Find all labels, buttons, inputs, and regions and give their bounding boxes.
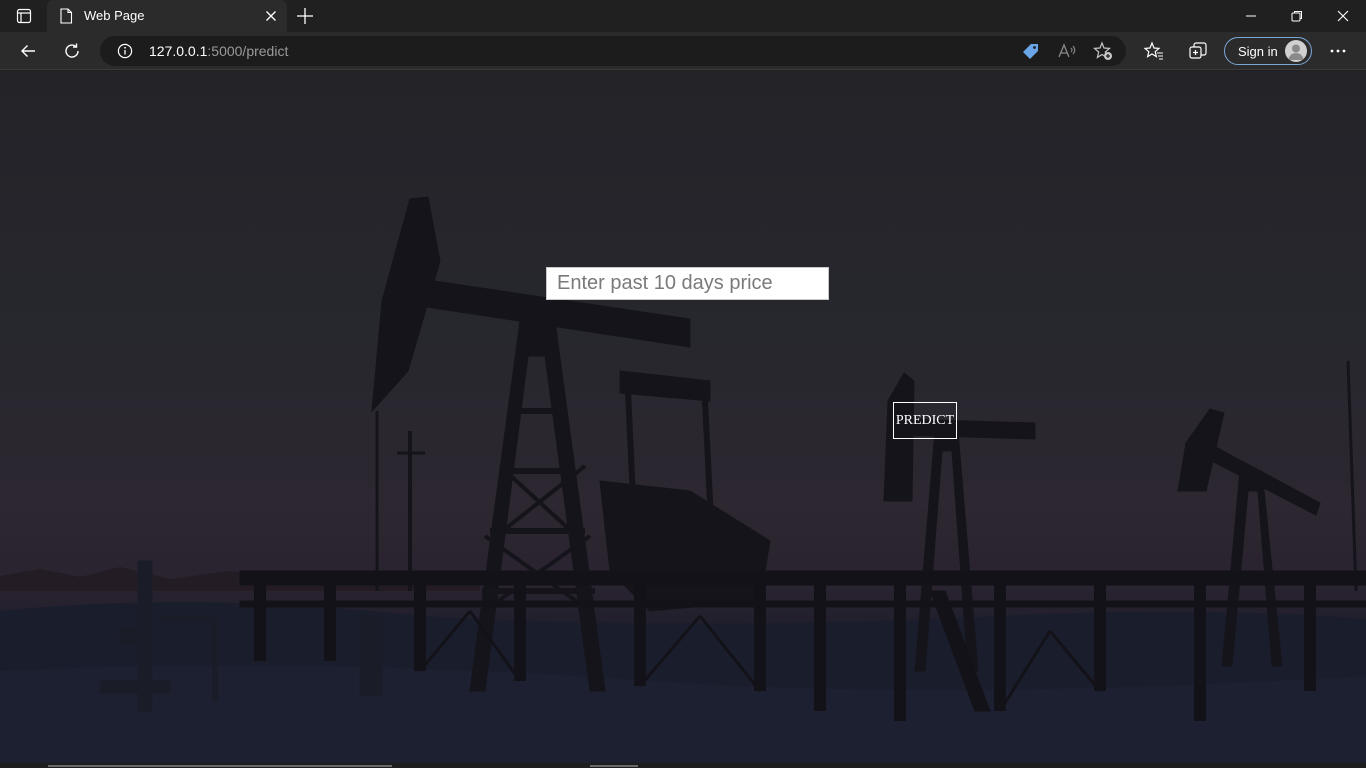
sign-in-label: Sign in (1238, 44, 1278, 59)
oil-field-background-image (0, 196, 1366, 768)
close-icon[interactable] (263, 8, 279, 24)
address-bar[interactable]: 127.0.0.1:5000/predict (100, 36, 1126, 66)
refresh-icon[interactable] (59, 39, 85, 63)
sign-in-button[interactable]: Sign in (1224, 37, 1312, 65)
collections-icon[interactable] (1185, 39, 1211, 63)
scrollbar-thumb[interactable] (48, 765, 392, 767)
predict-button[interactable]: PREDICT (893, 402, 957, 439)
tab-strip: Web Page (0, 0, 1366, 32)
scrollbar-thumb-secondary[interactable] (590, 765, 638, 767)
horizontal-scrollbar[interactable] (0, 763, 1366, 768)
tab-actions-icon[interactable] (10, 6, 38, 26)
url-path: :5000/predict (207, 43, 289, 59)
page-viewport: PREDICT (0, 71, 1366, 768)
tab-title: Web Page (84, 8, 145, 23)
more-icon[interactable] (1325, 39, 1351, 63)
back-arrow-icon[interactable] (15, 39, 41, 63)
price-input[interactable] (546, 267, 829, 300)
browser-toolbar: 127.0.0.1:5000/predict Sign in (0, 32, 1366, 70)
add-favorite-icon[interactable] (1092, 41, 1114, 61)
plus-icon[interactable] (295, 6, 315, 26)
favorites-icon[interactable] (1141, 39, 1167, 63)
avatar (1285, 40, 1307, 62)
minimize-icon[interactable] (1228, 0, 1274, 32)
url-host: 127.0.0.1 (149, 43, 208, 59)
browser-tab[interactable]: Web Page (47, 0, 287, 32)
close-window-icon[interactable] (1320, 0, 1366, 32)
read-aloud-icon[interactable] (1056, 41, 1078, 61)
page-icon (59, 8, 73, 29)
url-text[interactable]: 127.0.0.1:5000/predict (149, 43, 288, 59)
restore-icon[interactable] (1274, 0, 1320, 32)
tag-icon[interactable] (1020, 41, 1042, 61)
info-icon[interactable] (117, 43, 133, 64)
